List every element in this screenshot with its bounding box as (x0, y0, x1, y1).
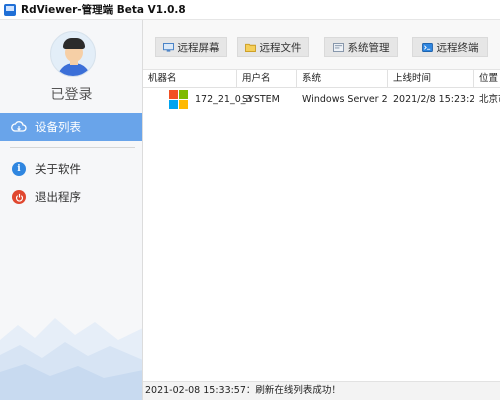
sidebar-item-label: 关于软件 (35, 162, 81, 176)
sidebar-item-label: 退出程序 (35, 190, 81, 204)
toolbar: 远程屏幕 远程文件 系统管理 远程终端 (143, 20, 500, 70)
button-label: 远程文件 (259, 41, 302, 54)
cell-os: Windows Server 2012 ... (302, 94, 388, 105)
system-manage-button[interactable]: 系统管理 (324, 37, 398, 57)
button-label: 远程屏幕 (177, 41, 220, 54)
power-icon (11, 189, 27, 205)
column-header-machine[interactable]: 机器名 (143, 70, 237, 88)
remote-screen-button[interactable]: 远程屏幕 (155, 37, 227, 57)
cell-user: SYSTEM (242, 94, 280, 105)
device-table-header: 机器名 用户名 系统 上线时间 位置 (143, 70, 500, 88)
system-icon (332, 42, 344, 52)
info-icon: i (11, 161, 27, 177)
table-row[interactable]: 172_21_0_3 SYSTEM Windows Server 2012 ..… (143, 88, 500, 112)
status-bar: 2021-02-08 15:33:57：刷新在线列表成功！ (143, 381, 500, 400)
sidebar-item-exit[interactable]: 退出程序 (0, 183, 142, 211)
window-title: RdViewer-管理端 Beta V1.0.8 (21, 4, 186, 16)
column-header-os[interactable]: 系统 (297, 70, 388, 88)
cloud-sync-icon (11, 119, 27, 135)
login-status: 已登录 (50, 87, 93, 103)
column-header-online-time[interactable]: 上线时间 (388, 70, 474, 88)
column-header-user[interactable]: 用户名 (237, 70, 297, 88)
avatar (50, 31, 96, 77)
remote-terminal-button[interactable]: 远程终端 (412, 37, 488, 57)
sidebar: 已登录 设备列表 i 关于软件 退出程序 (0, 20, 143, 400)
cell-online-time: 2021/2/8 15:23:20 (393, 94, 474, 105)
title-bar: RdViewer-管理端 Beta V1.0.8 (0, 0, 500, 20)
windows-logo-icon (169, 90, 189, 110)
app-logo-icon (4, 3, 16, 16)
monitor-icon (162, 42, 174, 52)
sidebar-item-about[interactable]: i 关于软件 (0, 155, 142, 183)
sidebar-item-device-list[interactable]: 设备列表 (0, 113, 142, 141)
button-label: 系统管理 (347, 41, 390, 54)
device-list-area (143, 112, 500, 380)
sidebar-item-label: 设备列表 (35, 120, 81, 134)
avatar-body (57, 63, 91, 76)
avatar-hair (63, 38, 85, 49)
folder-icon (244, 43, 256, 52)
remote-file-button[interactable]: 远程文件 (237, 37, 309, 57)
status-message: 2021-02-08 15:33:57：刷新在线列表成功！ (145, 385, 341, 396)
sidebar-divider (10, 147, 135, 148)
sidebar-wave-decoration (0, 318, 142, 400)
cell-location: 北京市 (479, 94, 500, 105)
button-label: 远程终端 (436, 41, 479, 54)
column-header-location[interactable]: 位置 (474, 70, 500, 88)
terminal-icon (421, 42, 433, 52)
